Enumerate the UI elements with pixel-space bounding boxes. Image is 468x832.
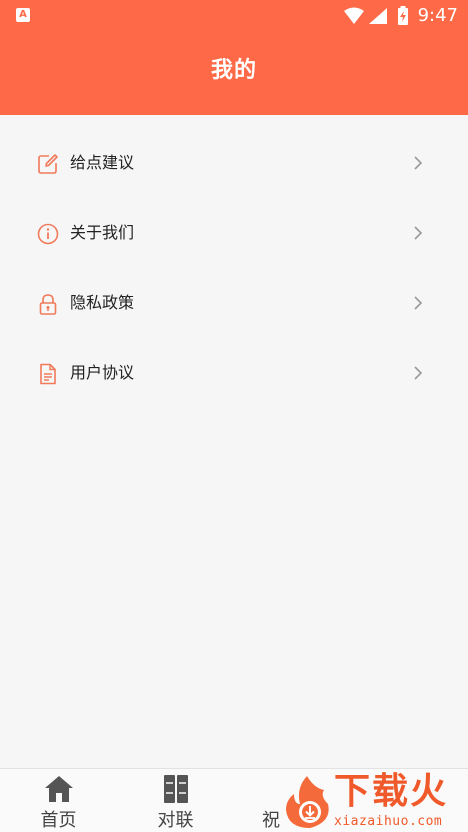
tab-label: 首页: [40, 810, 77, 831]
chevron-right-icon: [414, 296, 423, 310]
document-icon: [40, 363, 56, 385]
chevron-right-icon: [414, 366, 423, 380]
edit-icon: [38, 154, 58, 174]
lock-icon: [39, 294, 57, 315]
app-notification-icon: A: [16, 8, 30, 22]
flame-logo-icon: [286, 776, 329, 828]
info-icon: [37, 223, 59, 245]
page-title: 我的: [210, 58, 257, 83]
status-bar: A 9:47: [0, 0, 468, 32]
status-indicators: 9:47: [343, 4, 458, 28]
watermark-overlay: 下载火 xiazaihuo.com: [276, 770, 468, 832]
chevron-right-icon: [414, 226, 423, 240]
header-bar: A 9:47 我的: [0, 0, 468, 115]
watermark-brand: 下载火: [334, 771, 449, 812]
menu-item-label: 用户协议: [70, 363, 135, 382]
wifi-icon: [343, 7, 364, 24]
menu-item-label: 给点建议: [70, 153, 135, 172]
home-icon: [44, 776, 73, 802]
tab-label: 对联: [157, 810, 194, 831]
menu-item-label: 关于我们: [70, 223, 135, 242]
menu-item-label: 隐私政策: [70, 293, 135, 312]
tab-home[interactable]: 首页: [0, 769, 117, 832]
menu-item-user-agreement[interactable]: 用户协议: [0, 338, 468, 408]
menu-item-about[interactable]: 关于我们: [0, 198, 468, 268]
menu-item-privacy[interactable]: 隐私政策: [0, 268, 468, 338]
battery-charging-icon: [397, 6, 408, 25]
watermark-url: xiazaihuo.com: [334, 814, 443, 829]
menu-item-feedback[interactable]: 给点建议: [0, 128, 468, 198]
tab-couplet[interactable]: 对联: [117, 769, 234, 832]
couplet-icon: [163, 775, 188, 803]
cellular-signal-icon: [368, 8, 387, 24]
chevron-right-icon: [414, 156, 423, 170]
app-screen: A 9:47 我的 给点建议 关于我们 隐私政策 用户协议 首页 对联 祝 下载…: [0, 0, 468, 832]
status-time: 9:47: [417, 5, 458, 26]
